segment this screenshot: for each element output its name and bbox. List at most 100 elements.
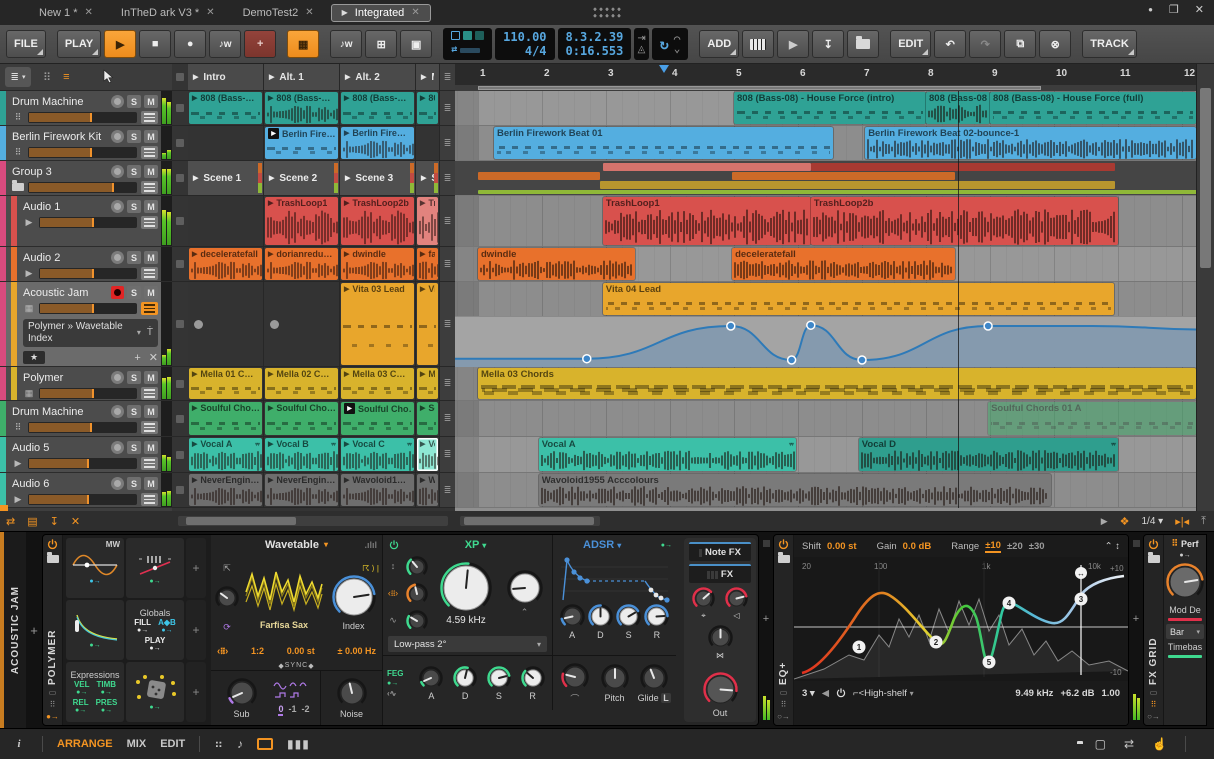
record-arm-button[interactable]	[111, 130, 124, 143]
stop-all-cell[interactable]	[172, 64, 188, 90]
track-list-menu-button[interactable]: ≣ ▾	[5, 67, 31, 87]
mod-out-icon[interactable]: ●→	[1179, 552, 1190, 559]
favorite-button[interactable]: ★	[23, 351, 45, 364]
mixer-panel-toggle[interactable]: ▮▮▮	[287, 737, 310, 751]
track-name[interactable]: Group 3	[12, 166, 108, 178]
fx-slot[interactable]: FX	[689, 564, 751, 583]
glide-knob[interactable]	[639, 663, 669, 693]
mute-button[interactable]: M	[144, 371, 158, 384]
record-arm-button[interactable]	[111, 371, 124, 384]
track-name[interactable]: Berlin Firework Kit	[12, 131, 108, 143]
launcher-clip[interactable]: ▶ TrashLoop2b	[341, 197, 414, 245]
stop-button[interactable]: ■	[139, 30, 172, 58]
redo-button[interactable]: ↷	[969, 30, 1002, 58]
record-button[interactable]: ●	[174, 30, 207, 58]
track-header-audio-6[interactable]: Audio 6 S M ▶	[0, 473, 172, 508]
resonance-knob[interactable]	[506, 569, 544, 607]
remote-controls-icon[interactable]: ▭	[49, 689, 57, 697]
device-panel-toggle[interactable]	[257, 738, 274, 750]
remote-controls-icon[interactable]: ▭	[1150, 689, 1158, 697]
arranger-clip[interactable]: 808 (Bass-08) - House Force (intro)	[734, 92, 926, 124]
track-launcher-options[interactable]: ≣	[440, 161, 455, 195]
sub-octave-selector[interactable]: 0 -1 -2	[278, 704, 310, 716]
clip-slot[interactable]: ▶Vocal	[416, 437, 440, 472]
clip-stop-button[interactable]	[172, 401, 188, 436]
slot-record-dot[interactable]	[194, 320, 203, 329]
voice-volume-knob[interactable]	[724, 586, 749, 611]
launcher-record-button[interactable]: ▦	[287, 30, 320, 58]
note-editor-icon[interactable]: ⠶	[214, 737, 223, 751]
track-menu-button[interactable]	[141, 421, 158, 434]
arranger-clip[interactable]: Soulful Chords 01 A	[988, 402, 1196, 435]
delete-button[interactable]: ⊗	[1039, 30, 1072, 58]
volume-fader[interactable]	[28, 182, 137, 193]
mute-button[interactable]: M	[144, 251, 158, 264]
play-follow-icon[interactable]: ▶	[1101, 516, 1108, 527]
volume-fader[interactable]	[39, 217, 137, 228]
record-arm-button[interactable]	[111, 286, 124, 299]
info-button[interactable]: i	[10, 735, 28, 753]
launcher-clip[interactable]: ▶ deceleratefall	[189, 248, 262, 280]
launcher-clip[interactable]: ▶ Vita 03 Lead	[341, 283, 414, 365]
clip-slot[interactable]: ▶ Berlin Fire…	[340, 126, 416, 160]
record-arm-button[interactable]	[111, 441, 124, 454]
keytrack-modulator[interactable]: ●→	[126, 538, 184, 598]
clip-slot[interactable]: ▶ deceleratefall	[188, 247, 264, 281]
record-arm-button[interactable]	[111, 405, 124, 418]
record-arm-button[interactable]	[111, 251, 124, 264]
edit-menu-button[interactable]: EDIT	[890, 30, 932, 58]
launcher-clip[interactable]: ▶Vocal	[417, 438, 438, 471]
fxgrid-power-button[interactable]	[1148, 539, 1159, 550]
eq-curve-display[interactable]: 20 100 1k 10k +10 -10 1 2 3 4 5 ↔	[794, 557, 1128, 681]
remove-param-button[interactable]: ✕	[149, 351, 158, 364]
launcher-clip[interactable]: ▶ Mella 03 C…	[341, 368, 414, 399]
expressions-modulator[interactable]: Expressions VEL ●→ TIMB ●→ REL ●→ PRES ●→	[66, 662, 124, 722]
filter-keytrack-knob[interactable]	[405, 582, 429, 606]
clip-slot[interactable]: ▶ dorianredu…	[264, 247, 340, 281]
launcher-clip[interactable]: ▶ NeverEngin…	[189, 474, 262, 506]
band-gain-value[interactable]: +6.2 dB	[1060, 688, 1094, 699]
globals-modulator[interactable]: Globals FILL ●→ A◆B ●→ PLAY ●→	[126, 600, 184, 660]
overdub-button[interactable]: ♪w	[209, 30, 242, 58]
volume-fader[interactable]	[39, 388, 137, 399]
clip-slot[interactable]: ▶ Mella 03 C…	[340, 367, 416, 400]
launcher-clip[interactable]: ▶ Vocal A ▾▾	[189, 438, 262, 471]
band-type-dropdown[interactable]: ⌐<High-shelf ▾	[853, 688, 914, 699]
solo-button[interactable]: S	[127, 286, 141, 299]
track-launcher-options[interactable]: ≣	[440, 282, 455, 366]
automation-write-button[interactable]: ♪w	[330, 30, 363, 58]
punch-buttons[interactable]: ⇥ ◬	[634, 28, 649, 60]
track-menu-button[interactable]	[141, 111, 158, 124]
launcher-clip[interactable]: ▶ Vocal C ▾▾	[341, 438, 414, 471]
clip-slot[interactable]: ▶Wavo	[416, 473, 440, 507]
modulators-icon[interactable]: ⠿	[50, 701, 56, 709]
solo-button[interactable]: S	[127, 130, 141, 143]
track-launcher-options[interactable]: ≣	[440, 91, 455, 125]
launcher-clip[interactable]: ▶ NeverEngin…	[265, 474, 338, 506]
arranger-clip[interactable]: Berlin Firework Beat 01	[494, 127, 834, 159]
clip-slot[interactable]: ▶Mella	[416, 367, 440, 400]
clip-slot[interactable]: ▶Soulful Cho…	[340, 401, 416, 436]
clip-stop-button[interactable]	[172, 367, 188, 400]
clip-slot[interactable]: ▶ 808 (Bass-…	[340, 91, 416, 125]
polymer-device-name[interactable]: POLYMER	[47, 570, 58, 685]
volume-fader[interactable]	[28, 458, 137, 469]
track-header-drum-machine[interactable]: Drum Machine S M ⠿	[0, 401, 172, 437]
clip-slot[interactable]: ▶ Mella 02 C…	[264, 367, 340, 400]
clip-stop-button[interactable]	[172, 282, 188, 366]
mod-routing-icon[interactable]: ●→	[46, 713, 59, 721]
gain-value[interactable]: 0.0 dB	[903, 541, 932, 552]
arranger-vertical-scrollbar[interactable]	[1196, 64, 1214, 511]
launcher-clip[interactable]: ▶Soulful Cho…	[341, 402, 414, 435]
auto-scroll-icon[interactable]: ⇄	[6, 515, 15, 528]
clip-slot[interactable]	[188, 282, 264, 366]
clip-stop-button[interactable]	[172, 473, 188, 507]
launcher-clip[interactable]: ▶Trash	[417, 197, 438, 245]
range-10-button[interactable]: ±10	[985, 540, 1001, 553]
track-header-acoustic-jam[interactable]: Acoustic Jam S M ▦ Polymer » Wavetable Index ▾…	[0, 282, 172, 367]
touch-mode-icon[interactable]: ☝	[1152, 737, 1167, 751]
clip-slot[interactable]: ▶ Scene 1	[188, 161, 264, 195]
oscillator-type-select[interactable]: Wavetable	[265, 539, 319, 551]
clip-slot[interactable]: ▶ Vocal B ▾▾	[264, 437, 340, 472]
mapping-icon[interactable]: ⇄	[1124, 737, 1134, 751]
